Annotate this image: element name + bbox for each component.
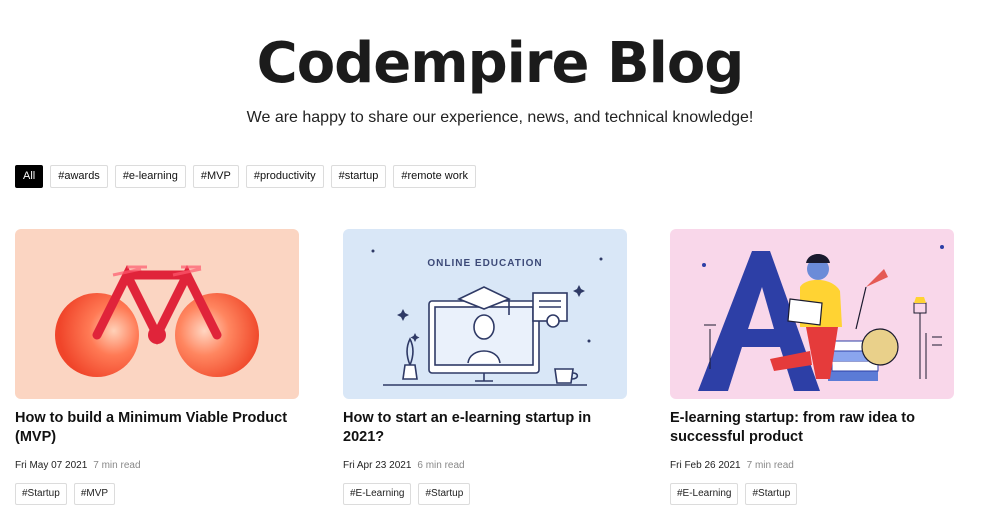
filter-all[interactable]: All — [15, 165, 44, 188]
filter-remote-work[interactable]: #remote work — [393, 165, 476, 188]
post-date: Fri Feb 26 2021 — [670, 460, 741, 471]
post-meta: Fri May 07 2021 7 min read — [15, 459, 299, 472]
post-card-elearning-idea: E-learning startup: from raw idea to suc… — [670, 229, 954, 505]
tag-startup[interactable]: #Startup — [745, 483, 798, 505]
filter-awards[interactable]: #awards — [50, 165, 108, 188]
page-subtitle: We are happy to share our experience, ne… — [246, 109, 754, 126]
post-date: Fri May 07 2021 — [15, 460, 88, 471]
post-date: Fri Apr 23 2021 — [343, 460, 412, 471]
post-tags: #E-Learning #Startup — [343, 483, 627, 505]
post-meta: Fri Feb 26 2021 7 min read — [670, 459, 954, 472]
post-card-mvp: How to build a Minimum Viable Product (M… — [15, 229, 299, 505]
filter-e-learning[interactable]: #e-learning — [114, 165, 186, 188]
image-heading: ONLINE EDUCATION — [427, 258, 542, 269]
online-education-illustration[interactable]: ONLINE EDUCATION — [343, 229, 627, 399]
post-card-elearning-startup: ONLINE EDUCATION How to start an e-learn… — [343, 229, 627, 505]
tag-mvp[interactable]: #MVP — [73, 483, 116, 505]
filter-mvp[interactable]: #MVP — [192, 165, 239, 188]
post-title[interactable]: E-learning startup: from raw idea to suc… — [670, 409, 954, 449]
post-read-time: 6 min read — [417, 460, 465, 471]
bicycle-illustration[interactable] — [15, 229, 299, 399]
post-read-time: 7 min read — [746, 460, 794, 471]
tag-filter-bar: All #awards #e-learning #MVP #productivi… — [15, 165, 476, 188]
post-title[interactable]: How to start an e-learning startup in 20… — [343, 409, 627, 449]
post-read-time: 7 min read — [93, 460, 141, 471]
reading-person-illustration[interactable] — [670, 229, 954, 399]
tag-e-learning[interactable]: #E-Learning — [670, 483, 739, 505]
tag-startup[interactable]: #Startup — [418, 483, 471, 505]
page-title: Codempire Blog — [256, 31, 745, 96]
post-meta: Fri Apr 23 2021 6 min read — [343, 459, 627, 472]
tag-e-learning[interactable]: #E-Learning — [343, 483, 412, 505]
tag-startup[interactable]: #Startup — [15, 483, 67, 505]
filter-startup[interactable]: #startup — [330, 165, 387, 188]
post-tags: #Startup #MVP — [15, 483, 299, 505]
filter-productivity[interactable]: #productivity — [245, 165, 324, 188]
post-title[interactable]: How to build a Minimum Viable Product (M… — [15, 409, 299, 449]
post-tags: #E-Learning #Startup — [670, 483, 954, 505]
